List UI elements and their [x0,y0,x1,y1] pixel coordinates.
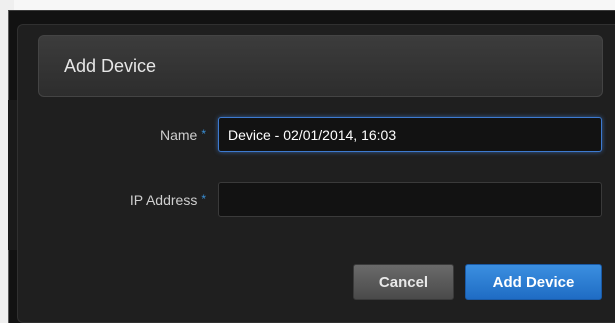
name-required-marker: * [201,127,206,141]
cancel-button[interactable]: Cancel [353,264,454,300]
add-device-button[interactable]: Add Device [465,264,602,300]
ip-address-field-label: IP Address * [100,192,206,208]
name-label-text: Name [159,127,198,143]
ip-address-required-marker: * [201,192,206,206]
dialog-header: Add Device [38,35,603,97]
dialog-title: Add Device [64,56,157,76]
ip-address-label-text: IP Address [129,192,198,208]
name-input[interactable] [218,117,602,152]
ip-address-input[interactable] [218,182,602,217]
name-field-label: Name * [120,127,206,143]
window-frame-top [0,0,615,10]
